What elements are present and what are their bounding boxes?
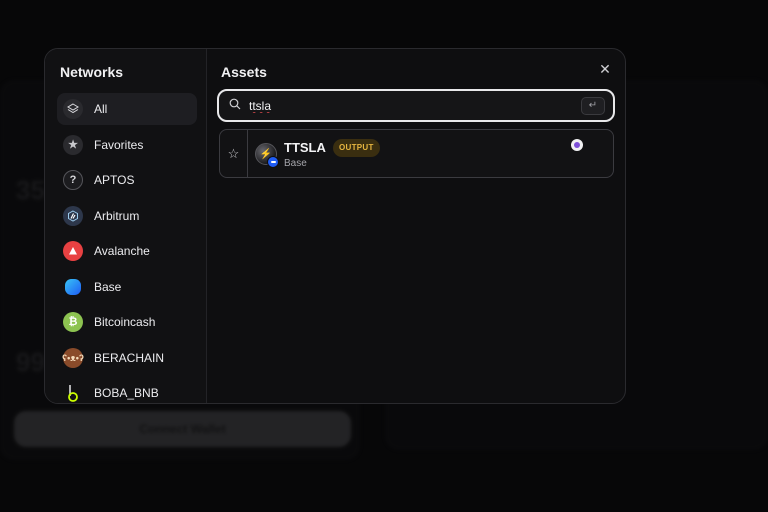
base-icon [65, 278, 81, 295]
network-item-base[interactable]: Base [57, 271, 197, 303]
network-label: Avalanche [94, 244, 150, 258]
networks-sidebar: Networks All ★ Favorites ? APTOS Arbitru… [45, 49, 207, 403]
network-label: Arbitrum [94, 208, 140, 223]
network-item-berachain[interactable]: ʕ•ᴥ•ʔ BERACHAIN [57, 342, 197, 374]
network-label: Base [94, 279, 122, 294]
assets-title: Assets [221, 64, 267, 80]
network-item-aptos[interactable]: ? APTOS [57, 164, 197, 196]
arbitrum-icon [63, 205, 83, 226]
enter-key-icon: ↵ [581, 97, 605, 115]
asset-selector-modal: Networks All ★ Favorites ? APTOS Arbitru… [44, 48, 626, 404]
base-chain-badge-icon [267, 156, 279, 168]
network-item-bitcoincash[interactable]: ₿ Bitcoincash [57, 306, 197, 338]
token-chain-name: Base [284, 158, 307, 169]
output-badge: OUTPUT [333, 139, 380, 157]
asset-search-input[interactable] [247, 97, 571, 114]
network-list: All ★ Favorites ? APTOS Arbitrum Avalanc… [57, 93, 197, 403]
bitcoincash-icon: ₿ [63, 312, 83, 332]
network-label: BOBA_BNB [94, 386, 159, 400]
avalanche-icon [63, 241, 83, 261]
close-icon[interactable]: ✕ [597, 61, 613, 77]
berachain-icon: ʕ•ᴥ•ʔ [62, 347, 84, 368]
network-label: All [94, 102, 108, 116]
networks-title: Networks [60, 64, 124, 80]
network-item-boba-bnb[interactable]: BOBA_BNB [57, 377, 197, 403]
network-label: Bitcoincash [94, 315, 156, 329]
favorite-star-icon[interactable]: ☆ [220, 130, 248, 177]
assets-panel: Assets ✕ ↵ ☆ ⚡ TTSLA OUTPUT Base [207, 49, 625, 403]
layers-icon [63, 99, 83, 119]
network-label: APTOS [94, 173, 135, 187]
network-item-avalanche[interactable]: Avalanche [57, 235, 197, 267]
network-item-arbitrum[interactable]: Arbitrum [57, 200, 197, 232]
network-item-favorites[interactable]: ★ Favorites [57, 129, 197, 161]
token-symbol: TTSLA [284, 140, 326, 155]
boba-bnb-icon [63, 383, 83, 403]
search-icon [229, 97, 241, 115]
asset-result-row[interactable]: ☆ ⚡ TTSLA OUTPUT Base [219, 129, 614, 178]
network-label: Favorites [94, 137, 144, 152]
aptos-icon: ? [63, 170, 83, 190]
network-item-all[interactable]: All [57, 93, 197, 125]
network-label: BERACHAIN [94, 350, 165, 365]
asset-search-box[interactable]: ↵ [217, 89, 615, 122]
star-icon: ★ [63, 134, 83, 155]
token-info-icon[interactable] [571, 139, 583, 151]
